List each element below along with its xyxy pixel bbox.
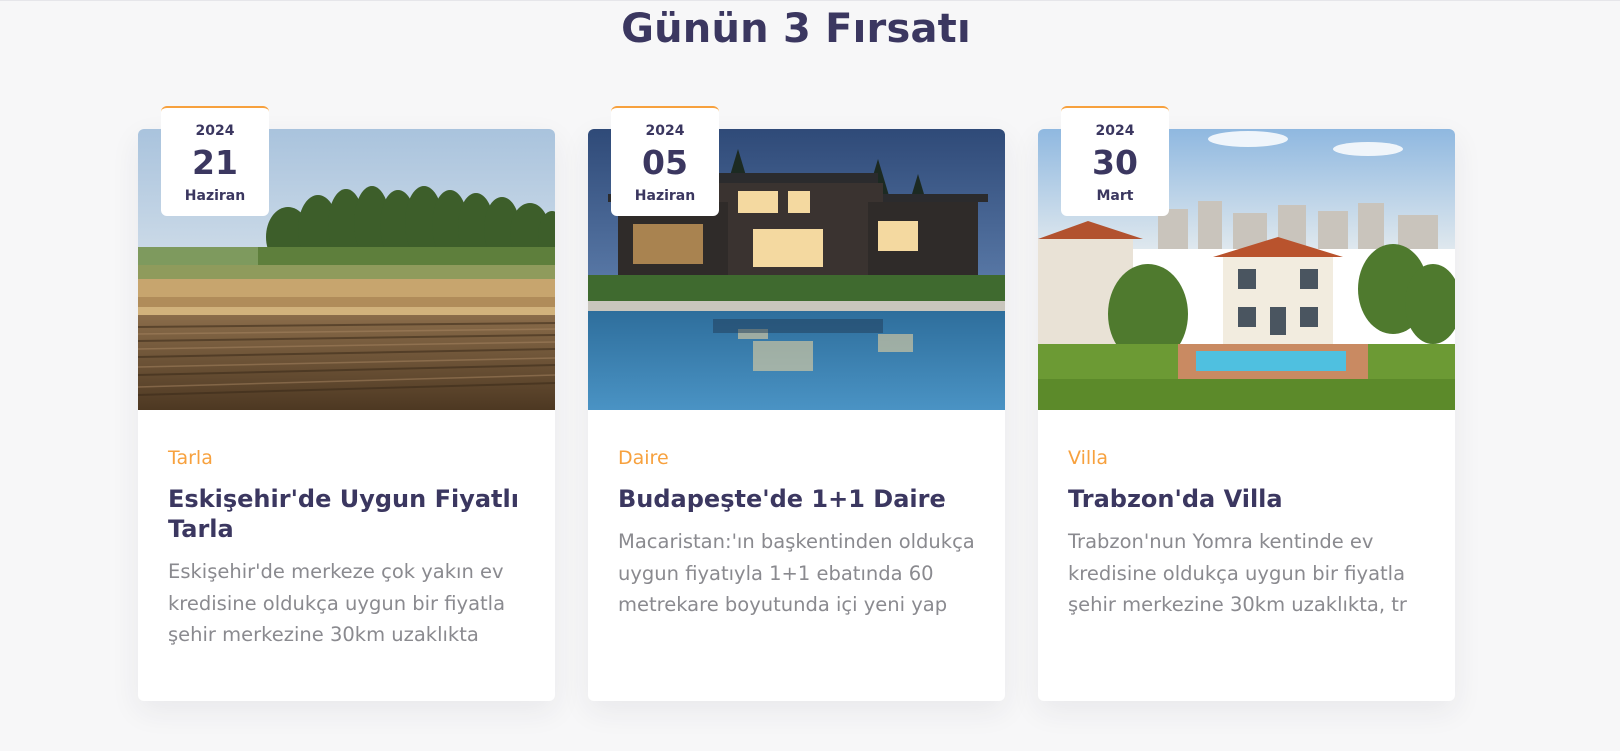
- card-description: Macaristan:'ın başkentinden oldukça uygu…: [618, 530, 975, 616]
- date-badge: 2024 30 Mart: [1061, 106, 1169, 216]
- listing-card-tarla[interactable]: 2024 21 Haziran Tarla Eskişehir'de Uygun…: [138, 106, 555, 701]
- card-description: Trabzon'nun Yomra kentinde ev kredisine …: [1068, 530, 1407, 616]
- card-title[interactable]: Budapeşte'de 1+1 Daire: [618, 484, 983, 514]
- date-year: 2024: [1095, 123, 1135, 139]
- date-month: Haziran: [634, 188, 696, 204]
- date-day: 21: [192, 143, 238, 182]
- date-year: 2024: [195, 123, 235, 139]
- date-year: 2024: [645, 123, 685, 139]
- date-badge: 2024 21 Haziran: [161, 106, 269, 216]
- card-description: Eskişehir'de merkeze çok yakın ev kredis…: [168, 560, 506, 646]
- section-title: Günün 3 Fırsatı: [621, 6, 971, 52]
- date-day: 05: [642, 143, 688, 182]
- card-title[interactable]: Trabzon'da Villa: [1068, 484, 1433, 514]
- date-badge: 2024 05 Haziran: [611, 106, 719, 216]
- card-body: Tarla Eskişehir'de Uygun Fiyatlı Tarla E…: [168, 449, 533, 651]
- date-month: Haziran: [184, 188, 246, 204]
- top-divider: [0, 0, 1620, 1]
- card-category[interactable]: Tarla: [168, 449, 533, 468]
- listing-card-daire[interactable]: 2024 05 Haziran Daire Budapeşte'de 1+1 D…: [588, 106, 1005, 701]
- card-category[interactable]: Daire: [618, 449, 983, 468]
- card-body: Villa Trabzon'da Villa Trabzon'nun Yomra…: [1068, 449, 1433, 621]
- card-category[interactable]: Villa: [1068, 449, 1433, 468]
- card-title[interactable]: Eskişehir'de Uygun Fiyatlı Tarla: [168, 484, 533, 544]
- card-body: Daire Budapeşte'de 1+1 Daire Macaristan:…: [618, 449, 983, 621]
- listing-card-villa[interactable]: 2024 30 Mart Villa Trabzon'da Villa Trab…: [1038, 106, 1455, 701]
- date-day: 30: [1092, 143, 1138, 182]
- date-month: Mart: [1096, 188, 1134, 204]
